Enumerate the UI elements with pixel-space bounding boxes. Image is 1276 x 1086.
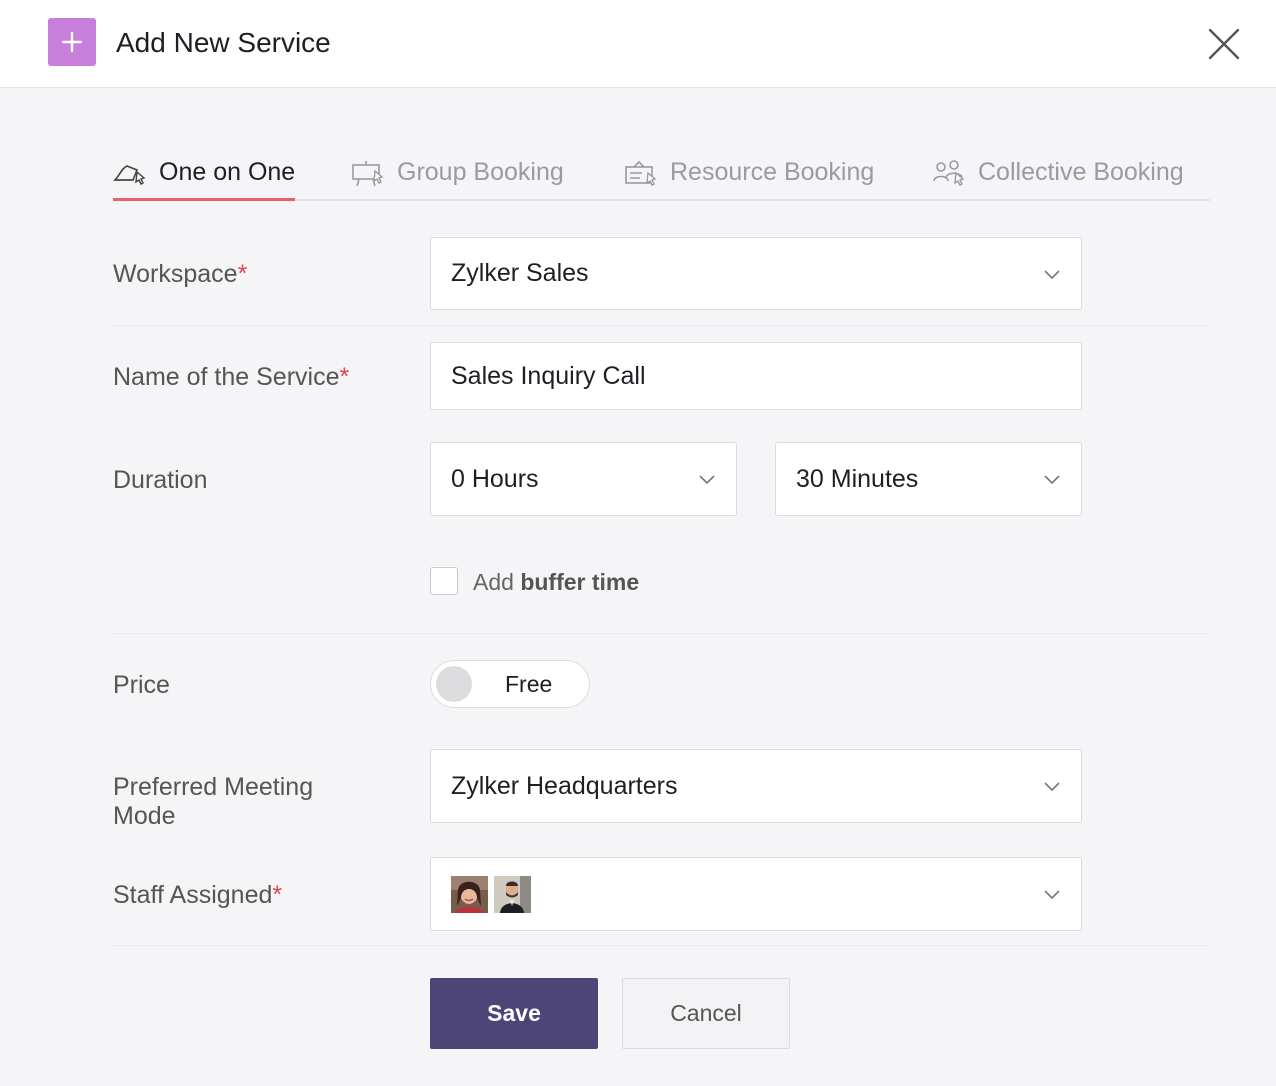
service-name-input[interactable]: [451, 361, 1081, 391]
cancel-button[interactable]: Cancel: [622, 978, 790, 1049]
staff-avatar-woman: [451, 875, 488, 913]
meeting-mode-label-line2: Mode: [113, 802, 176, 830]
price-label: Price: [113, 671, 170, 699]
duration-minutes-value: 30 Minutes: [796, 464, 919, 493]
dialog-title: Add New Service: [116, 27, 331, 58]
add-service-icon: [48, 18, 96, 66]
meeting-mode-label-line1: Preferred Meeting: [113, 773, 314, 801]
meeting-mode-value: Zylker Headquarters: [451, 771, 678, 800]
buffer-time-checkbox[interactable]: [430, 567, 458, 595]
required-mark: *: [272, 881, 283, 909]
one-on-one-icon: [113, 164, 146, 185]
staff-avatar-man: [494, 875, 531, 913]
buffer-label-prefix: Add: [473, 569, 514, 595]
chevron-down-icon: [1044, 269, 1060, 279]
service-name-label: Name of the Service*: [113, 363, 349, 392]
duration-minutes-select[interactable]: 30 Minutes: [775, 442, 1082, 516]
meeting-mode-select[interactable]: Zylker Headquarters: [430, 749, 1082, 823]
duration-label: Duration: [113, 466, 208, 494]
tab-group-booking[interactable]: Group Booking: [351, 146, 564, 199]
chevron-down-icon: [1044, 890, 1060, 900]
workspace-label-text: Workspace: [113, 260, 238, 288]
staff-select[interactable]: [430, 857, 1082, 931]
chevron-down-icon: [699, 475, 715, 485]
tab-label: Collective Booking: [978, 158, 1184, 186]
tab-collective-booking[interactable]: Collective Booking: [932, 146, 1184, 199]
dialog-header: Add New Service: [0, 0, 1276, 88]
booking-type-tabs: One on One Group Booking Resource Bookin…: [113, 146, 1210, 201]
group-booking-icon: [352, 160, 384, 186]
staff-label-text: Staff Assigned: [113, 881, 273, 909]
meeting-mode-label: Preferred Meeting Mode: [113, 773, 313, 831]
divider: [113, 325, 1210, 326]
chevron-down-icon: [1044, 782, 1060, 792]
divider: [113, 945, 1210, 946]
duration-hours-value: 0 Hours: [451, 464, 539, 493]
staff-label: Staff Assigned*: [113, 881, 282, 910]
price-toggle-text: Free: [505, 671, 553, 697]
divider: [113, 633, 1210, 634]
service-name-label-text: Name of the Service: [113, 363, 340, 391]
duration-hours-select[interactable]: 0 Hours: [430, 442, 737, 516]
required-mark: *: [339, 363, 350, 391]
workspace-value: Zylker Sales: [451, 259, 589, 287]
service-name-field[interactable]: [430, 342, 1082, 410]
buffer-time-label[interactable]: Add buffer time: [473, 568, 639, 596]
collective-booking-icon: [933, 159, 965, 186]
resource-booking-icon: [625, 160, 657, 186]
tab-label: Resource Booking: [670, 158, 875, 186]
tab-one-on-one[interactable]: One on One: [113, 146, 296, 201]
workspace-label: Workspace*: [113, 260, 247, 289]
workspace-select[interactable]: Zylker Sales: [430, 237, 1082, 310]
toggle-knob: [436, 666, 472, 702]
tab-label: Group Booking: [397, 158, 564, 186]
tab-label: One on One: [159, 158, 296, 186]
required-mark: *: [237, 260, 248, 288]
chevron-down-icon: [1044, 475, 1060, 485]
price-toggle[interactable]: Free: [430, 660, 590, 708]
close-icon[interactable]: [1206, 26, 1242, 62]
buffer-label-bold: buffer time: [520, 569, 640, 595]
save-button[interactable]: Save: [430, 978, 598, 1049]
tab-resource-booking[interactable]: Resource Booking: [624, 146, 874, 199]
